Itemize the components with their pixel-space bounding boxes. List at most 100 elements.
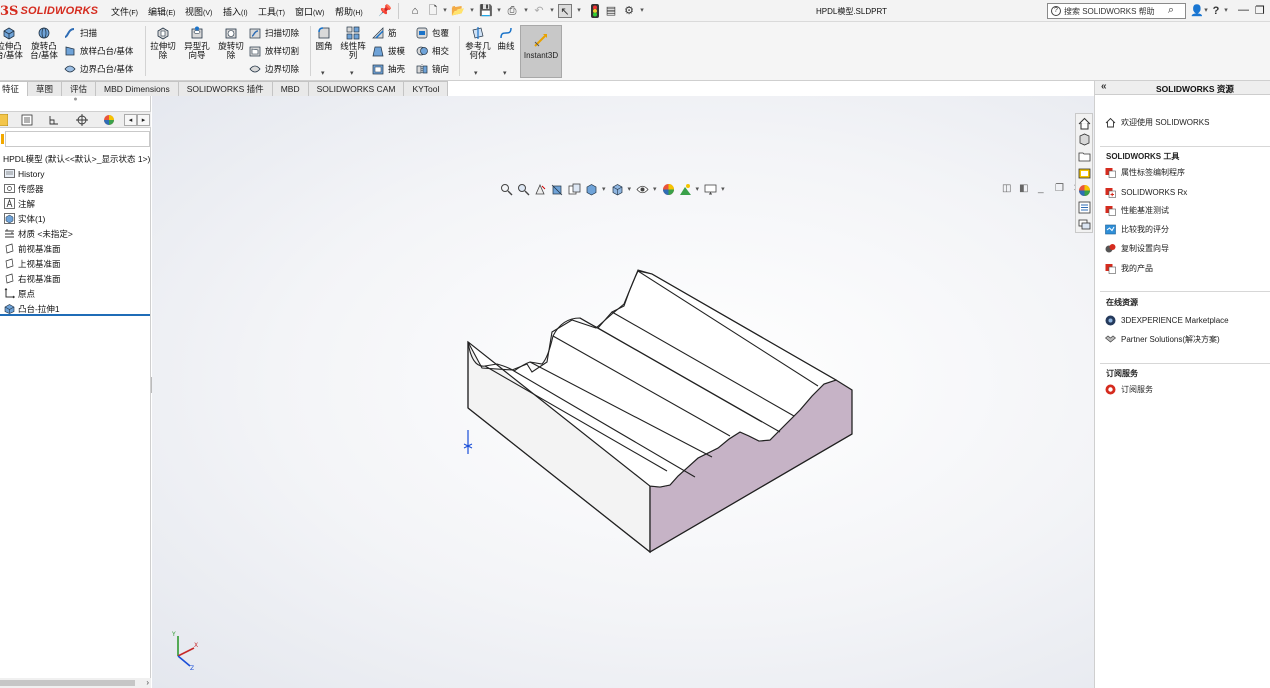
- tool-link-my-products[interactable]: 我的产品: [1105, 262, 1153, 275]
- tree-node-sensors[interactable]: 传感器: [0, 181, 151, 196]
- new-document-icon[interactable]: 🗋: [426, 4, 440, 18]
- tree-node-front-plane[interactable]: 前视基准面: [0, 241, 151, 256]
- loft-boss-button[interactable]: 放样凸台/基体: [64, 44, 133, 58]
- collapse-double-chevron-icon[interactable]: «: [1101, 81, 1107, 92]
- select-cursor-icon[interactable]: ↖: [558, 4, 572, 18]
- apply-scene-icon[interactable]: [679, 183, 692, 196]
- boundary-boss-button[interactable]: 边界凸台/基体: [64, 62, 133, 76]
- chevron-down-icon[interactable]: ▾: [442, 4, 448, 18]
- configuration-manager-tab-icon[interactable]: [48, 114, 60, 126]
- previous-view-icon[interactable]: [534, 183, 547, 196]
- tree-node-top-plane[interactable]: 上视基准面: [0, 256, 151, 271]
- chevron-down-icon[interactable]: ▾: [1223, 4, 1229, 18]
- view-orientation-icon[interactable]: [585, 183, 598, 196]
- curves-button[interactable]: 曲线: [495, 26, 517, 51]
- file-properties-icon[interactable]: ▤: [604, 4, 618, 18]
- minimize-icon[interactable]: —: [1238, 4, 1249, 16]
- instant3d-button[interactable]: Instant3D: [520, 25, 562, 78]
- chevron-down-icon[interactable]: ▾: [602, 185, 606, 193]
- draft-button[interactable]: 拔模: [372, 44, 405, 58]
- subscription-link[interactable]: 订阅服务: [1105, 383, 1153, 396]
- tile-vertical-icon[interactable]: ◧: [1019, 183, 1028, 194]
- extrude-cut-button[interactable]: 拉伸切 除: [148, 26, 178, 60]
- tab-evaluate[interactable]: 评估: [61, 81, 97, 96]
- feature-tree-tab-icon[interactable]: [0, 114, 8, 126]
- solidworks-forum-icon[interactable]: [1078, 218, 1091, 231]
- tab-features[interactable]: 特征: [0, 81, 29, 96]
- appearances-icon[interactable]: [1078, 184, 1091, 197]
- chevron-down-icon[interactable]: ▾: [549, 4, 555, 18]
- chevron-down-icon[interactable]: ▾: [350, 69, 354, 77]
- tree-node-material[interactable]: 材质 <未指定>: [0, 226, 151, 241]
- panel-grip[interactable]: ●: [0, 96, 151, 110]
- tree-node-origin[interactable]: 原点: [0, 286, 151, 301]
- scrollbar-thumb[interactable]: [0, 680, 135, 686]
- chevron-down-icon[interactable]: ▾: [496, 4, 502, 18]
- online-link-partner-solutions[interactable]: Partner Solutions(解决方案): [1105, 333, 1220, 346]
- undo-icon[interactable]: ↶: [532, 4, 546, 18]
- hole-wizard-button[interactable]: 异型孔 向导: [180, 26, 214, 60]
- save-icon[interactable]: 💾: [479, 4, 493, 18]
- zoom-to-area-icon[interactable]: [517, 183, 530, 196]
- reference-geometry-button[interactable]: 参考几 何体: [462, 26, 494, 60]
- hide-show-items-icon[interactable]: [636, 183, 649, 196]
- welcome-link[interactable]: 欢迎使用 SOLIDWORKS: [1105, 116, 1209, 129]
- menu-tools[interactable]: 工具(T): [258, 5, 285, 18]
- revolve-boss-button[interactable]: 旋转凸 台/基体: [27, 26, 61, 60]
- tree-node-right-plane[interactable]: 右视基准面: [0, 271, 151, 286]
- menu-insert[interactable]: 插入(I): [223, 5, 248, 18]
- design-library-icon[interactable]: [1078, 133, 1091, 146]
- mirror-button[interactable]: 镜向: [416, 62, 449, 76]
- extrude-boss-button[interactable]: 拉伸凸 台/基体: [0, 26, 24, 60]
- section-view-icon[interactable]: [551, 183, 564, 196]
- home-icon[interactable]: [1078, 117, 1091, 130]
- chevron-down-icon[interactable]: ▾: [321, 69, 325, 77]
- solidworks-logo[interactable]: 3S SOLIDWORKS: [0, 2, 98, 20]
- tool-link-copy-settings-wizard[interactable]: 复制设置向导: [1105, 242, 1169, 255]
- edit-appearance-icon[interactable]: [662, 183, 675, 196]
- menu-view[interactable]: 视图(V): [185, 5, 212, 18]
- chevron-down-icon[interactable]: ▾: [469, 4, 475, 18]
- boundary-cut-button[interactable]: 边界切除: [249, 62, 299, 76]
- help-icon[interactable]: ?: [1209, 4, 1223, 18]
- wrap-button[interactable]: 包覆: [416, 26, 449, 40]
- display-style-icon[interactable]: [611, 183, 624, 196]
- chevron-down-icon[interactable]: ▾: [721, 185, 725, 193]
- tab-kytool[interactable]: KYTool: [403, 81, 449, 96]
- tab-solidworks-addins[interactable]: SOLIDWORKS 插件: [177, 81, 273, 96]
- tool-link-property-tab-builder[interactable]: 属性标签编制程序: [1105, 166, 1185, 179]
- chevron-down-icon[interactable]: ▾: [639, 4, 645, 18]
- search-icon[interactable]: ⌕: [1164, 3, 1178, 17]
- fillet-button[interactable]: 圆角: [313, 26, 335, 51]
- tool-link-performance-benchmark[interactable]: 性能基准测试: [1105, 204, 1169, 217]
- display-manager-tab-icon[interactable]: [103, 114, 115, 126]
- chevron-down-icon[interactable]: ▾: [696, 185, 700, 193]
- chevron-down-icon[interactable]: ▾: [523, 4, 529, 18]
- shell-button[interactable]: 抽壳: [372, 62, 405, 76]
- viewport-minimize-icon[interactable]: _: [1038, 183, 1044, 194]
- property-manager-tab-icon[interactable]: [21, 114, 33, 126]
- tool-link-solidworks-rx[interactable]: SOLIDWORKS Rx: [1105, 186, 1187, 199]
- zoom-to-fit-icon[interactable]: [500, 183, 513, 196]
- open-folder-icon[interactable]: 📂: [451, 4, 465, 18]
- chevron-down-icon[interactable]: ▾: [628, 185, 632, 193]
- tree-node-history[interactable]: History: [0, 166, 151, 181]
- tree-root-part[interactable]: HPDL模型 (默认<<默认>_显示状态 1>): [0, 151, 151, 166]
- feature-filter-input[interactable]: [1, 131, 150, 147]
- dynamic-annotation-icon[interactable]: [568, 183, 581, 196]
- viewport-restore-icon[interactable]: ❐: [1055, 183, 1064, 194]
- revolve-cut-button[interactable]: 旋转切 除: [216, 26, 246, 60]
- menu-file[interactable]: 文件(F): [111, 5, 138, 18]
- chevron-left-icon[interactable]: ◂: [124, 114, 137, 126]
- chevron-right-icon[interactable]: ▸: [137, 114, 150, 126]
- scroll-right-icon[interactable]: ›: [146, 678, 149, 687]
- tab-mbd[interactable]: MBD: [271, 81, 309, 96]
- chevron-down-icon[interactable]: ▾: [576, 4, 582, 18]
- view-settings-icon[interactable]: [704, 183, 717, 196]
- tile-horizontal-icon[interactable]: ◫: [1002, 183, 1011, 194]
- sweep-button[interactable]: 扫描: [64, 26, 97, 40]
- tree-node-annotations[interactable]: 注解: [0, 196, 151, 211]
- rebuild-traffic-light-icon[interactable]: [588, 4, 602, 18]
- chevron-down-icon[interactable]: ▾: [503, 69, 507, 77]
- intersect-button[interactable]: 相交: [416, 44, 449, 58]
